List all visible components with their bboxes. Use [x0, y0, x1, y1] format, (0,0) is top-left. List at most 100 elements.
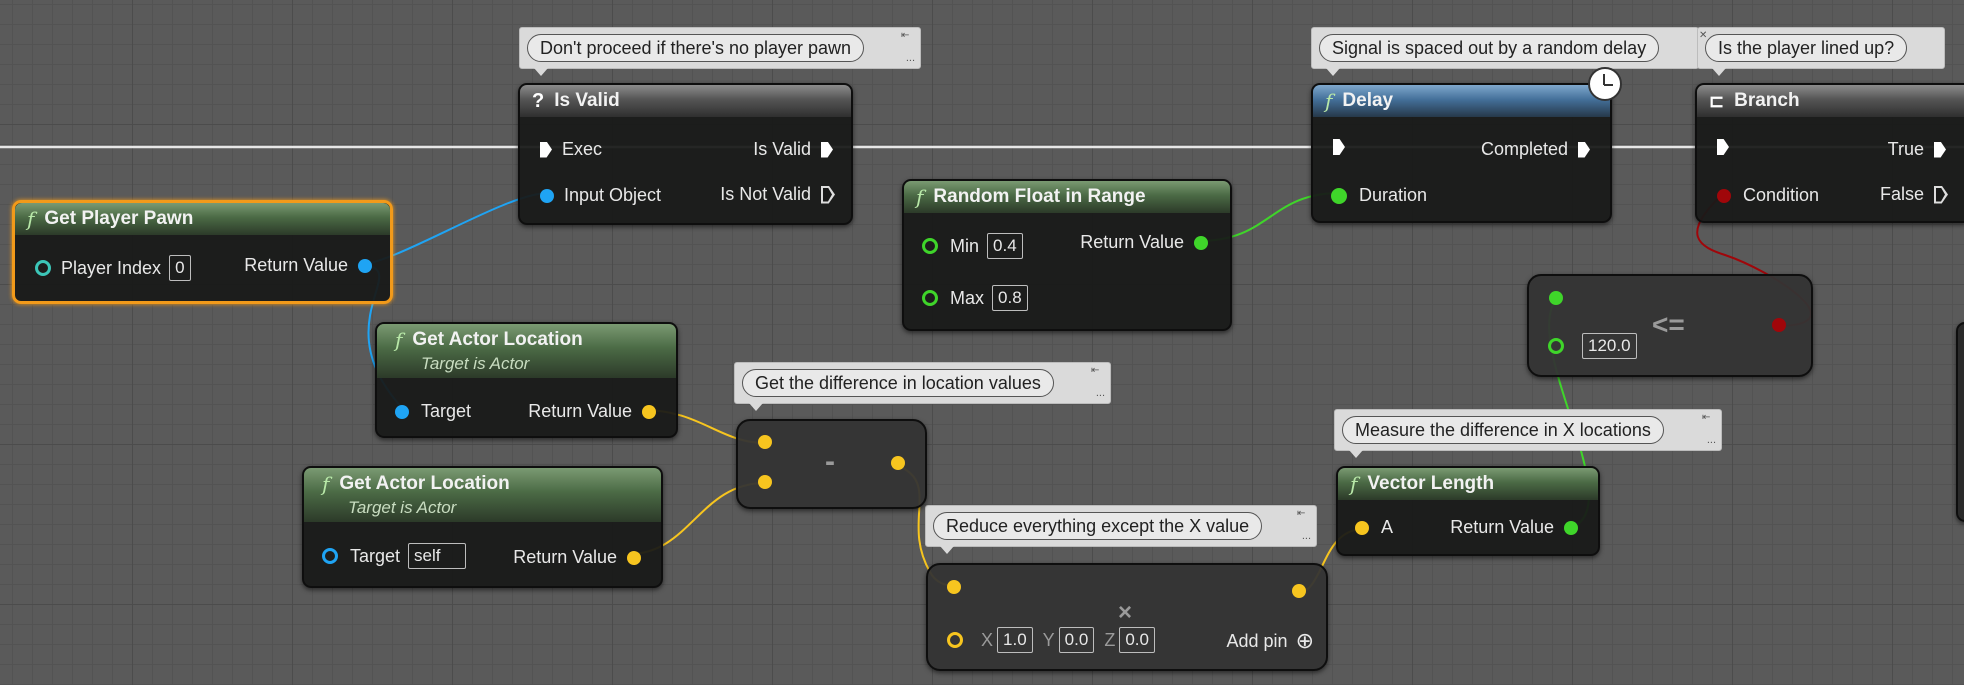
comment-text: Don't proceed if there's no player pawn: [527, 34, 865, 62]
b-pin[interactable]: [947, 632, 963, 648]
node-header[interactable]: f Get Actor Location Target is Actor: [377, 324, 676, 378]
node-header[interactable]: f Delay: [1313, 85, 1610, 117]
false-row: False: [1880, 184, 1948, 205]
b-row: 120.0: [1548, 333, 1637, 359]
is-not-valid-exec-pin[interactable]: [821, 186, 835, 204]
b-pin[interactable]: [758, 475, 772, 489]
exec-in-pin[interactable]: [540, 141, 552, 158]
node-get-actor-location[interactable]: f Get Actor Location Target is Actor Targ…: [375, 322, 678, 438]
comment-multiply[interactable]: Reduce everything except the X value ⇤ .…: [925, 505, 1317, 554]
add-pin-label[interactable]: Add pin: [1227, 631, 1288, 652]
target-field[interactable]: self: [408, 543, 467, 569]
node-subtract[interactable]: -: [736, 419, 927, 509]
z-field[interactable]: 0.0: [1119, 627, 1155, 653]
max-field[interactable]: 0.8: [992, 285, 1028, 311]
exec-in-pin[interactable]: [1717, 139, 1729, 155]
return-value-pin[interactable]: [1194, 235, 1208, 250]
player-index-pin[interactable]: [35, 260, 51, 276]
return-value-pin[interactable]: [627, 550, 641, 565]
return-value-pin[interactable]: [1772, 318, 1786, 332]
node-header[interactable]: f Random Float in Range: [904, 181, 1230, 213]
return-row: [1772, 318, 1786, 332]
node-subtitle: Target is Actor: [421, 354, 530, 373]
node-subtitle: Target is Actor: [348, 498, 457, 517]
node-header[interactable]: f Get Actor Location Target is Actor: [304, 468, 661, 522]
return-value-pin[interactable]: [891, 456, 905, 470]
is-valid-exec-pin[interactable]: [821, 141, 833, 158]
menu-icon[interactable]: ...: [1302, 531, 1311, 542]
exec-in-pin[interactable]: [1333, 139, 1345, 155]
min-field[interactable]: 0.4: [987, 233, 1023, 259]
node-multiply[interactable]: × X 1.0 Y 0.0 Z 0.0 Add pin ⊕: [926, 563, 1328, 671]
input-object-pin[interactable]: [540, 188, 554, 203]
menu-icon[interactable]: ...: [1707, 435, 1716, 446]
return-value-pin[interactable]: [1564, 520, 1578, 535]
pin-label: Return Value: [528, 401, 632, 421]
return-value-pin[interactable]: [358, 258, 372, 273]
comment-vector-length[interactable]: Measure the difference in X locations ⇤ …: [1334, 409, 1722, 458]
a-pin[interactable]: [1549, 291, 1563, 305]
min-pin[interactable]: [922, 238, 938, 254]
comment-subtract[interactable]: Get the difference in location values ⇤ …: [734, 362, 1111, 411]
a-pin[interactable]: [1355, 520, 1369, 535]
node-less-equal[interactable]: 120.0 <=: [1527, 274, 1813, 377]
y-field[interactable]: 0.0: [1058, 627, 1095, 653]
player-index-row: Player Index 0: [35, 255, 191, 281]
menu-icon[interactable]: ...: [1096, 388, 1105, 399]
comment-text: Get the difference in location values: [742, 369, 1054, 397]
pin-label: Return Value: [1080, 232, 1184, 252]
b-value-field[interactable]: 120.0: [1582, 333, 1637, 359]
node-get-player-pawn[interactable]: f Get Player Pawn Player Index 0 Return V…: [12, 200, 393, 304]
false-exec-pin[interactable]: [1934, 186, 1948, 204]
pin-label: True: [1887, 139, 1924, 159]
node-header[interactable]: ⊏ Branch: [1697, 85, 1964, 117]
pin-label: Target: [350, 545, 401, 566]
pin-icon[interactable]: ⇤: [1297, 509, 1311, 519]
comment-branch[interactable]: Is the player lined up? ✕: [1697, 27, 1945, 76]
b-pin[interactable]: [1548, 338, 1564, 354]
branch-icon: ⊏: [1709, 90, 1725, 111]
return-value-row: Return Value: [1080, 232, 1208, 253]
node-header[interactable]: f Get Player Pawn: [15, 203, 390, 235]
node-delay[interactable]: f Delay Duration Completed: [1311, 83, 1612, 223]
duration-pin[interactable]: [1331, 187, 1347, 204]
node-header[interactable]: ? Is Valid: [520, 85, 851, 117]
z-label: Z: [1104, 629, 1116, 650]
true-exec-pin[interactable]: [1934, 141, 1946, 158]
pin-icon[interactable]: ⇤: [1091, 366, 1105, 376]
player-index-field[interactable]: 0: [169, 255, 191, 281]
node-random-float-in-range[interactable]: f Random Float in Range Min 0.4 Max 0.8 R…: [902, 179, 1232, 331]
comment-delay[interactable]: Signal is spaced out by a random delay: [1311, 27, 1699, 76]
target-pin[interactable]: [395, 404, 409, 419]
return-value-pin[interactable]: [642, 404, 656, 419]
clock-icon: [1588, 67, 1622, 101]
node-get-actor-location[interactable]: f Get Actor Location Target is Actor Targ…: [302, 466, 663, 588]
node-offscreen[interactable]: [1956, 322, 1964, 522]
comment-text: Signal is spaced out by a random delay: [1319, 34, 1660, 62]
node-is-valid[interactable]: ? Is Valid Exec Input Object Is Valid Is …: [518, 83, 853, 225]
node-vector-length[interactable]: f Vector Length A Return Value: [1336, 466, 1600, 556]
pin-icon[interactable]: ⇤: [901, 31, 915, 41]
a-pin[interactable]: [758, 435, 772, 449]
blueprint-graph-canvas[interactable]: Don't proceed if there's no player pawn …: [0, 0, 1964, 685]
condition-row: Condition: [1717, 185, 1819, 206]
max-pin[interactable]: [922, 290, 938, 306]
x-field[interactable]: 1.0: [997, 627, 1033, 653]
b-row: X 1.0 Y 0.0 Z 0.0: [947, 627, 1155, 653]
add-pin-icon[interactable]: ⊕: [1296, 628, 1314, 654]
pin-label: Player Index: [61, 257, 162, 278]
add-pin-row[interactable]: Add pin ⊕: [1227, 628, 1315, 654]
a-pin[interactable]: [947, 580, 961, 594]
comment-is-valid[interactable]: Don't proceed if there's no player pawn …: [519, 27, 921, 76]
pin-icon[interactable]: ⇤: [1702, 413, 1716, 423]
node-header[interactable]: f Vector Length: [1338, 468, 1598, 500]
pin-icon[interactable]: ✕: [1699, 31, 1713, 41]
menu-icon[interactable]: ...: [906, 53, 915, 64]
target-pin[interactable]: [322, 548, 338, 564]
completed-exec-pin[interactable]: [1578, 141, 1590, 158]
return-value-pin[interactable]: [1292, 584, 1306, 598]
condition-pin[interactable]: [1717, 188, 1731, 203]
node-branch[interactable]: ⊏ Branch Condition True False: [1695, 83, 1964, 223]
function-icon: f: [1325, 89, 1333, 113]
pin-label: Target: [421, 401, 472, 421]
